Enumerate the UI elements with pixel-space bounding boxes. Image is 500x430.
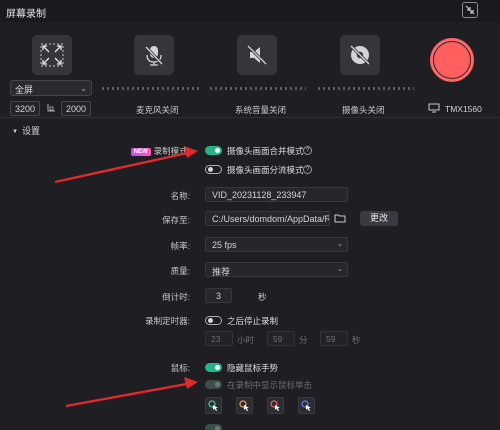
folder-icon[interactable] <box>334 213 346 223</box>
record-mode-label: NEW 录制模式: <box>130 145 190 157</box>
speaker-off-icon <box>246 44 268 66</box>
aspect-lock-icon[interactable] <box>46 103 56 113</box>
hide-cursor-label: 隐藏鼠标手势 <box>227 363 279 373</box>
quality-select[interactable]: 推荐 ⌄ <box>205 262 348 277</box>
merge-mode-label: 摄像头画面合并模式 <box>227 146 304 156</box>
monitor-select[interactable]: TMX1560 <box>445 104 482 114</box>
countdown-unit: 秒 <box>258 292 267 302</box>
camera-off-icon <box>349 44 371 66</box>
minimize-window-button[interactable] <box>462 2 478 18</box>
seconds-unit: 秒 <box>352 335 361 345</box>
new-badge: NEW <box>130 148 151 156</box>
minutes-unit: 分 <box>299 335 308 345</box>
collapse-icon <box>465 5 475 15</box>
capture-mode-value: 全屏 <box>15 85 34 95</box>
timer-seconds-input[interactable]: 59 <box>320 331 348 346</box>
quality-value: 推荐 <box>212 267 231 277</box>
chevron-down-icon: ⌄ <box>337 241 343 248</box>
split-mode-label: 摄像头画面分流模式 <box>227 165 304 175</box>
merge-mode-toggle[interactable] <box>205 146 222 155</box>
settings-section-toggle[interactable]: ▼ 设置 <box>12 124 40 137</box>
next-option-toggle[interactable] <box>205 424 222 430</box>
cursor-click-icon <box>239 400 249 411</box>
quality-label: 质量: <box>170 266 190 276</box>
chevron-down-icon: ⌄ <box>337 266 343 273</box>
cursor-style-blue[interactable] <box>298 397 315 414</box>
show-clicks-toggle[interactable] <box>205 380 222 389</box>
cursor-style-red[interactable] <box>267 397 284 414</box>
record-dot-icon <box>434 42 470 78</box>
save-to-label: 保存至: <box>162 215 190 225</box>
section-divider <box>0 117 500 118</box>
capture-height-input[interactable]: 2000 <box>61 101 91 116</box>
capture-region-button[interactable] <box>32 35 72 75</box>
camera-button[interactable] <box>340 35 380 75</box>
countdown-input[interactable]: 3 <box>205 288 232 303</box>
mouse-label: 鼠标: <box>170 363 190 373</box>
cursor-click-icon <box>208 400 218 411</box>
mic-status-label: 麦克风关闭 <box>136 105 179 115</box>
frame-rate-value: 25 fps <box>212 240 237 250</box>
chevron-down-icon: ⌄ <box>80 84 87 93</box>
system-audio-level-meter <box>210 87 306 90</box>
frame-rate-select[interactable]: 25 fps ⌄ <box>205 237 348 252</box>
hours-unit: 小时 <box>237 335 255 345</box>
cursor-style-orange[interactable] <box>236 397 253 414</box>
cursor-style-green[interactable] <box>205 397 222 414</box>
change-path-button[interactable]: 更改 <box>360 211 398 226</box>
title-bar <box>0 0 500 22</box>
cursor-click-icon <box>270 400 280 411</box>
system-audio-status-label: 系统音量关闭 <box>235 105 287 115</box>
timer-toggle[interactable] <box>205 316 222 325</box>
settings-header-label: 设置 <box>21 126 40 136</box>
countdown-label: 倒计时: <box>162 292 190 302</box>
file-name-input[interactable]: VID_20231128_233947 <box>205 187 348 202</box>
cursor-click-icon <box>301 400 311 411</box>
monitor-icon <box>428 103 440 113</box>
name-label: 名称: <box>170 191 190 201</box>
microphone-button[interactable] <box>134 35 174 75</box>
capture-width-input[interactable]: 3200 <box>10 101 40 116</box>
system-audio-button[interactable] <box>237 35 277 75</box>
save-path-input[interactable]: C:/Users/domdom/AppData/Roa <box>205 211 330 226</box>
split-mode-toggle[interactable] <box>205 165 222 174</box>
timer-toggle-label: 之后停止录制 <box>227 316 279 326</box>
mic-off-icon <box>144 45 164 66</box>
help-icon[interactable]: ? <box>303 165 312 174</box>
timer-label: 录制定时器: <box>145 316 190 326</box>
window-title: 屏幕录制 <box>6 9 46 20</box>
hide-cursor-toggle[interactable] <box>205 363 222 372</box>
frame-rate-label: 帧率: <box>170 241 190 251</box>
capture-mode-select[interactable]: 全屏 ⌄ <box>10 80 92 96</box>
camera-status-label: 摄像头关闭 <box>342 105 385 115</box>
fullscreen-region-icon <box>40 43 64 67</box>
annotation-arrow <box>65 377 198 408</box>
camera-level-meter <box>318 87 414 90</box>
help-icon[interactable]: ? <box>303 146 312 155</box>
timer-hours-input[interactable]: 23 <box>205 331 233 346</box>
caret-down-icon: ▼ <box>12 129 18 135</box>
show-clicks-label: 在录制中显示鼠标单击 <box>227 380 313 390</box>
timer-minutes-input[interactable]: 59 <box>267 331 295 346</box>
mic-level-meter <box>102 87 200 90</box>
